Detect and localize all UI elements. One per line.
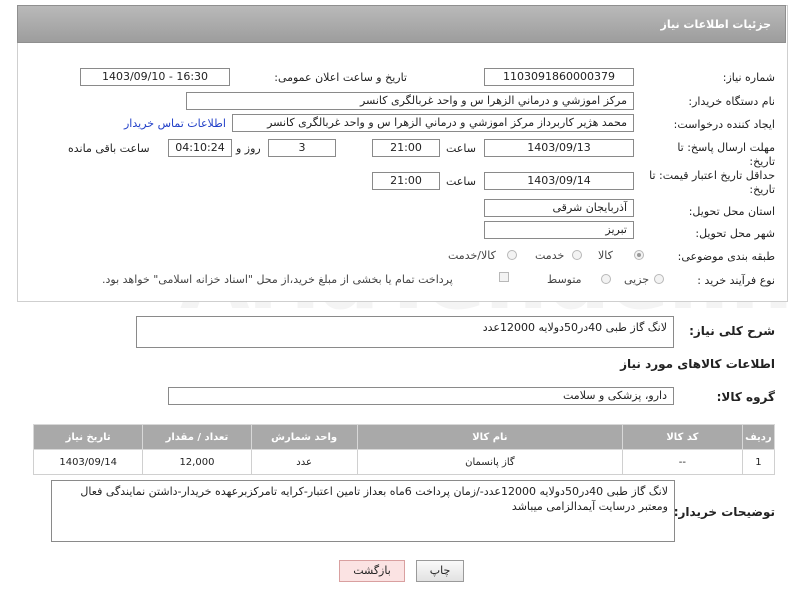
panel-header: جزئیات اطلاعات نیاز: [17, 5, 786, 43]
col-name: نام کالا: [356, 424, 624, 450]
goods-group-field: دارو، پزشکی و سلامت: [168, 387, 674, 405]
buyer-contact-link[interactable]: اطلاعات تماس خریدار: [124, 117, 226, 130]
back-button[interactable]: بازگشت: [339, 560, 405, 582]
cell-code: --: [622, 449, 743, 475]
category-radio-service[interactable]: [572, 250, 582, 260]
table-row[interactable]: 1 -- گاز پانسمان عدد 12,000 1403/09/14: [32, 449, 776, 475]
goods-group-label: گروه کالا:: [716, 390, 775, 404]
announce-label: تاریخ و ساعت اعلان عمومی:: [274, 71, 407, 84]
remaining-time-field: 04:10:24: [168, 139, 232, 157]
validity-date-field: 1403/09/14: [484, 172, 634, 190]
city-label: شهر محل تحویل:: [695, 227, 775, 240]
city-field: تبریز: [484, 221, 634, 239]
province-field: آذربایجان شرقی: [484, 199, 634, 217]
need-number-label: شماره نیاز:: [722, 71, 775, 84]
process-option-minor: جزیی: [624, 273, 650, 286]
validity-time-label: ساعت: [446, 175, 476, 188]
items-table: ردیف کد کالا نام کالا واحد شمارش تعداد /…: [32, 424, 776, 475]
deadline-date-label: تاریخ:: [749, 155, 775, 168]
col-need-date: تاریخ نیاز: [32, 424, 144, 450]
category-radio-goods-service[interactable]: [507, 250, 517, 260]
summary-label: شرح کلی نیاز:: [689, 324, 775, 338]
need-number-field: 1103091860000379: [484, 68, 634, 86]
goods-section-title: اطلاعات کالاهای مورد نیاز: [620, 357, 775, 371]
creator-field: محمد هژیر کاربرداز مرکز اموزشي و درماني …: [232, 114, 634, 132]
treasury-payment-note: پرداخت تمام یا بخشی از مبلغ خرید،از محل …: [102, 273, 453, 286]
category-option-goods-service: کالا/خدمت: [448, 249, 496, 262]
buyer-notes-textarea[interactable]: لانگ گاز طبی 40در50دولایه 12000عدد-/زمان…: [51, 480, 675, 542]
category-option-service: خدمت: [535, 249, 565, 262]
panel-title: جزئیات اطلاعات نیاز: [660, 18, 772, 31]
deadline-time-field: 21:00: [372, 139, 440, 157]
validity-time-field: 21:00: [372, 172, 440, 190]
deadline-time-label: ساعت: [446, 142, 476, 155]
category-label: طبقه بندی موضوعی:: [677, 250, 775, 263]
treasury-payment-checkbox[interactable]: [499, 272, 509, 282]
print-button[interactable]: چاپ: [416, 560, 464, 582]
process-radio-minor[interactable]: [654, 274, 664, 284]
province-label: استان محل تحویل:: [688, 205, 775, 218]
validity-label: حداقل تاریخ اعتبار قیمت: تا: [649, 169, 775, 182]
days-field: 3: [268, 139, 336, 157]
summary-textarea[interactable]: لانگ گاز طبی 40در50دولایه 12000عدد: [136, 316, 674, 348]
category-option-goods: کالا: [598, 249, 613, 262]
category-radio-goods[interactable]: [634, 250, 644, 260]
col-code: کد کالا: [622, 424, 743, 450]
announce-field: 1403/09/10 - 16:30: [80, 68, 230, 86]
remaining-label: ساعت باقی مانده: [68, 142, 150, 155]
cell-row: 1: [741, 449, 776, 475]
creator-label: ایجاد کننده درخواست:: [673, 118, 775, 131]
process-option-medium: متوسط: [547, 273, 582, 286]
buyer-field: مرکز اموزشي و درماني الزهرا س و واحد غرب…: [186, 92, 634, 110]
buyer-label: نام دستگاه خریدار:: [688, 95, 775, 108]
deadline-date-field: 1403/09/13: [484, 139, 634, 157]
buyer-notes-label: توضیحات خریدار:: [673, 505, 775, 519]
cell-need-date: 1403/09/14: [32, 449, 144, 475]
table-header-row: ردیف کد کالا نام کالا واحد شمارش تعداد /…: [32, 424, 776, 450]
process-label: نوع فرآیند خرید :: [697, 274, 775, 287]
cell-unit: عدد: [250, 449, 358, 475]
col-row: ردیف: [741, 424, 776, 450]
col-quantity: تعداد / مقدار: [142, 424, 252, 450]
days-label: روز و: [236, 142, 261, 155]
deadline-label: مهلت ارسال پاسخ: تا: [677, 141, 775, 154]
col-unit: واحد شمارش: [250, 424, 358, 450]
validity-date-label: تاریخ:: [749, 183, 775, 196]
cell-quantity: 12,000: [142, 449, 252, 475]
cell-name: گاز پانسمان: [356, 449, 624, 475]
process-radio-medium[interactable]: [601, 274, 611, 284]
